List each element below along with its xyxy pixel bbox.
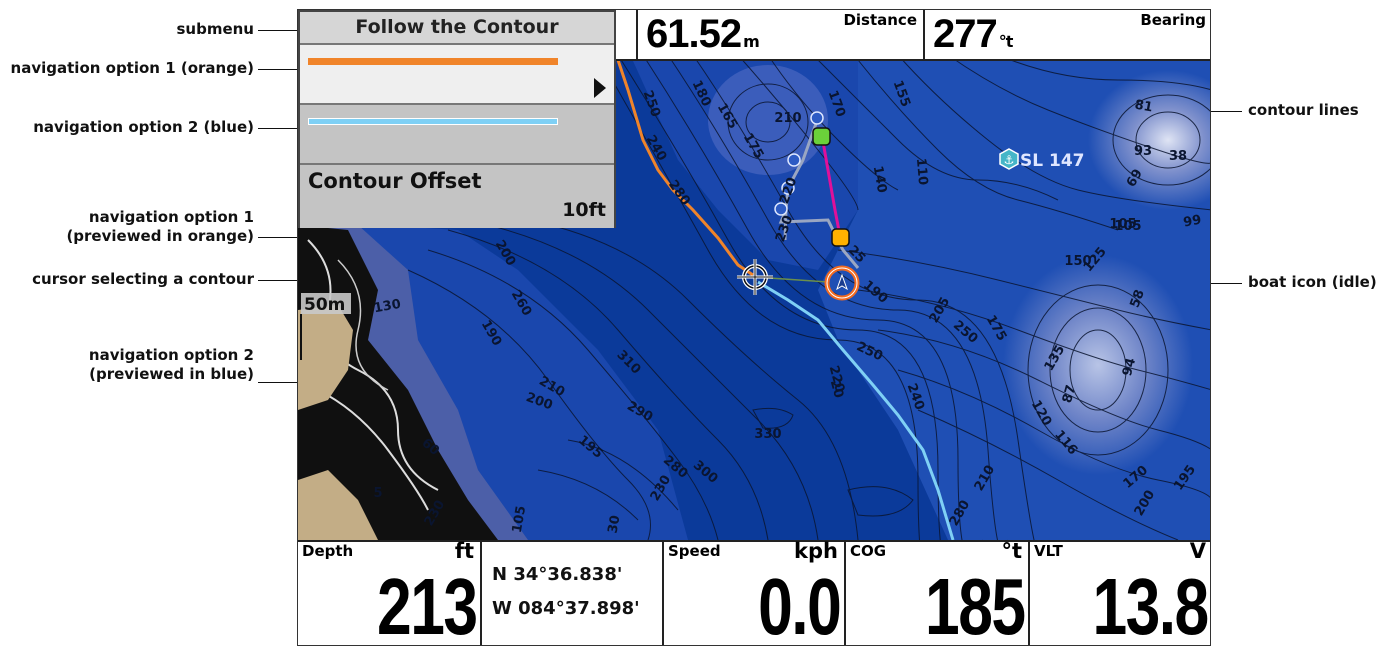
depth-label: Depth <box>302 542 354 560</box>
speed-value: 0.0 <box>757 562 842 646</box>
callout-cursor: cursor selecting a contour <box>32 270 254 288</box>
position-cell[interactable]: N 34°36.838' W 084°37.898' <box>480 542 662 645</box>
depth-label: 150 <box>1064 254 1091 269</box>
option-1-orange-line <box>308 58 558 65</box>
bearing-label: Bearing <box>1140 11 1206 29</box>
distance-unit: m <box>743 32 760 51</box>
right-arrow-icon <box>594 78 606 98</box>
submenu-title: Follow the Contour <box>300 12 614 45</box>
cog-unit: °t <box>1001 539 1022 563</box>
callout-line: (previewed in blue) <box>89 365 254 383</box>
route-end-marker[interactable] <box>831 228 850 247</box>
route-start-marker[interactable] <box>812 127 831 146</box>
depth-label: 99 <box>1182 213 1202 231</box>
bearing-value: 277 °t <box>933 12 1014 56</box>
depth-cell[interactable]: Depth ft 213 <box>298 539 480 646</box>
bearing-unit: °t <box>998 32 1014 51</box>
cog-cell[interactable]: COG °t 185 <box>844 539 1028 646</box>
callout-boat-icon: boat icon (idle) <box>1248 273 1377 291</box>
navigation-option-2[interactable] <box>300 105 614 165</box>
depth-label: 38 <box>1169 149 1187 164</box>
depth-value: 213 <box>376 562 478 646</box>
callout-nav-option-2: navigation option 2 (blue) <box>33 118 254 136</box>
vlt-unit: V <box>1189 539 1206 563</box>
callout-contour-lines: contour lines <box>1248 101 1359 119</box>
waypoint-label: SL 147 <box>1020 151 1084 171</box>
follow-contour-submenu: Follow the Contour Contour Offset 10ft <box>298 10 616 228</box>
longitude: W 084°37.898' <box>492 598 640 619</box>
callout-nav-option-1: navigation option 1 (orange) <box>10 59 254 77</box>
vlt-value: 13.8 <box>1092 562 1210 646</box>
depth-label: 5 <box>373 486 382 501</box>
anchor-icon[interactable]: ⚓ <box>999 148 1019 170</box>
callout-nav-option-2-preview: navigation option 2 (previewed in blue) <box>0 346 254 384</box>
callout-line: navigation option 1 <box>88 208 254 226</box>
svg-text:50m: 50m <box>304 295 345 315</box>
bottom-data-bar: Depth ft 213 N 34°36.838' W 084°37.898' … <box>298 539 1210 646</box>
depth-label: 110 <box>913 158 930 186</box>
vlt-label: VLT <box>1034 542 1063 560</box>
speed-label: Speed <box>668 542 721 560</box>
distance-label: Distance <box>843 11 917 29</box>
depth-label: 81 <box>1133 98 1153 116</box>
callout-nav-option-1-preview: navigation option 1 (previewed in orange… <box>0 208 254 246</box>
depth-label: 105 <box>1109 217 1136 232</box>
cog-value: 185 <box>924 562 1026 646</box>
depth-label: 30 <box>606 514 624 534</box>
svg-text:⚓: ⚓ <box>1004 153 1015 167</box>
track-point[interactable] <box>787 153 801 167</box>
depth-label: 93 <box>1134 144 1152 159</box>
track-point[interactable] <box>810 111 824 125</box>
chart-screen: ⚓ SL 147 50m 180 165 250 240 280 175 210 170 155… <box>297 9 1211 646</box>
bearing-cell[interactable]: 277 °t Bearing <box>923 10 1210 59</box>
latitude: N 34°36.838' <box>492 564 623 585</box>
contour-offset-label: Contour Offset <box>308 169 482 193</box>
callout-line: (previewed in orange) <box>66 227 254 245</box>
speed-unit: kph <box>794 539 838 563</box>
navigation-option-1[interactable] <box>300 45 614 105</box>
distance-value: 61.52 m <box>646 12 760 56</box>
contour-offset-setting[interactable]: Contour Offset 10ft <box>300 165 614 228</box>
vlt-cell[interactable]: VLT V 13.8 <box>1028 539 1210 646</box>
distance-cell[interactable]: 61.52 m Distance <box>636 10 923 59</box>
speed-cell[interactable]: Speed kph 0.0 <box>662 539 844 646</box>
depth-label: 330 <box>754 427 781 442</box>
depth-label: 210 <box>774 111 801 126</box>
cog-label: COG <box>850 542 887 560</box>
depth-unit: ft <box>454 539 474 563</box>
callout-line: navigation option 2 <box>88 346 254 364</box>
contour-offset-value: 10ft <box>562 199 606 221</box>
callout-submenu: submenu <box>176 20 254 38</box>
option-2-blue-line <box>308 118 558 125</box>
